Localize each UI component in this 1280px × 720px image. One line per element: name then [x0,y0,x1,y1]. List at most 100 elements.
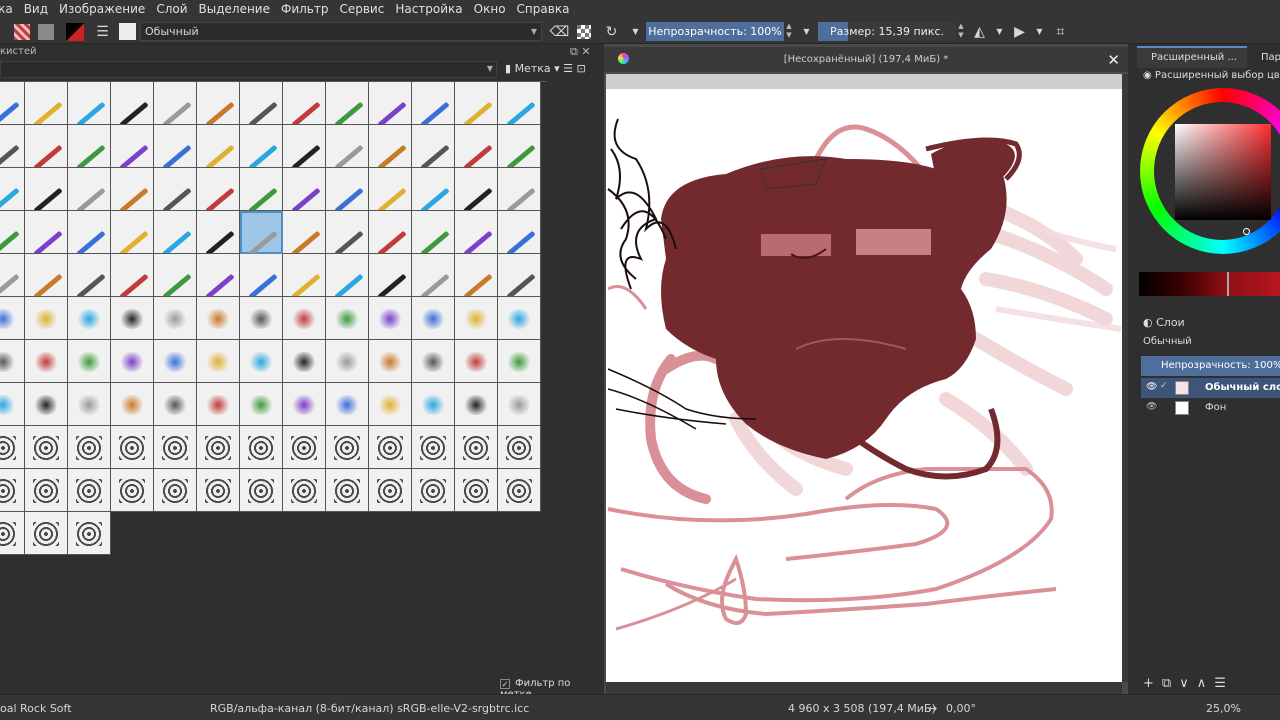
brush-preset-item[interactable] [498,168,541,211]
brush-preset-item[interactable] [154,383,197,426]
brush-preset-item[interactable] [283,340,326,383]
brush-preset-item[interactable] [25,82,68,125]
brush-preset-item[interactable] [326,340,369,383]
brush-preset-item[interactable] [0,211,25,254]
brush-preset-item[interactable] [369,469,412,512]
chevron-down-icon[interactable]: ▼ [797,22,816,41]
brush-preset-item[interactable] [68,340,111,383]
brush-preset-item[interactable] [369,125,412,168]
brush-preset-item[interactable] [498,211,541,254]
opacity-slider[interactable]: Непрозрачность: 100% [646,22,784,41]
brush-preset-item[interactable] [111,168,154,211]
brush-preset-item[interactable] [240,211,283,254]
eye-icon[interactable]: 👁 [1146,382,1157,392]
fg-bg-color-swatch[interactable] [66,23,84,41]
tag-button[interactable]: ▮ Метка ▾ ☰ ⊡ [505,62,586,75]
menu-help[interactable]: Справка [512,0,576,19]
brush-preset-item[interactable] [412,125,455,168]
brush-preset-item[interactable] [498,125,541,168]
brush-preset-item[interactable] [412,254,455,297]
brush-preset-item[interactable] [455,340,498,383]
move-up-icon[interactable]: ∧ [1197,676,1207,691]
crop-icon[interactable]: ⌗ [1051,22,1070,41]
brush-preset-item[interactable] [412,340,455,383]
zoom-level[interactable]: 25,0% [1206,702,1241,715]
brush-preset-item[interactable] [369,297,412,340]
brush-preset-item[interactable] [154,426,197,469]
brush-preset-item[interactable] [25,211,68,254]
brush-preset-item[interactable] [68,383,111,426]
brush-preset-item[interactable] [412,168,455,211]
brush-preset-item[interactable] [68,512,111,555]
brush-preset-item[interactable] [197,297,240,340]
brush-preset-item[interactable] [197,125,240,168]
brush-preset-item[interactable] [240,426,283,469]
brush-preset-item[interactable] [455,383,498,426]
brush-preset-item[interactable] [498,340,541,383]
brush-preset-item[interactable] [0,125,25,168]
brush-preset-item[interactable] [283,82,326,125]
brush-preset-item[interactable] [498,297,541,340]
brush-preset-item[interactable] [154,340,197,383]
brush-settings-icon[interactable]: ☰ [93,22,112,41]
brush-preset-item[interactable] [197,211,240,254]
brush-preset-item[interactable] [0,426,25,469]
brush-preset-item[interactable] [25,168,68,211]
menu-layer[interactable]: Слой [151,0,193,19]
gear-icon[interactable]: ◉ [1143,70,1152,81]
gradient-swatch[interactable] [14,24,30,40]
brush-preset-item[interactable] [412,211,455,254]
eraser-icon[interactable]: ⌫ [550,22,570,41]
brush-preset-item[interactable] [68,469,111,512]
reload-preset-icon[interactable]: ↻ [602,22,621,41]
brush-preset-item[interactable] [0,383,25,426]
brush-preset-item[interactable] [455,125,498,168]
brush-preset-item[interactable] [455,254,498,297]
brush-preset-item[interactable] [455,469,498,512]
brush-preset-item[interactable] [68,254,111,297]
brush-preset-item[interactable] [197,383,240,426]
brush-preset-item[interactable] [369,211,412,254]
chevron-down-icon[interactable]: ▼ [990,22,1009,41]
menu-window[interactable]: Окно [469,0,512,19]
menu-image[interactable]: Изображение [54,0,151,19]
pattern-swatch[interactable] [38,24,54,40]
preserve-alpha-icon[interactable] [577,25,591,39]
brush-preset-item[interactable] [154,211,197,254]
brush-preset-item[interactable] [412,82,455,125]
brush-preset-item[interactable] [369,340,412,383]
brush-preset-item[interactable] [25,426,68,469]
size-slider[interactable]: Размер: 15,39 пикс. [818,22,956,41]
brush-preset-item[interactable] [326,383,369,426]
menu-view-partial[interactable]: вка [0,0,19,19]
eye-icon[interactable]: 👁 [1146,402,1157,412]
menu-view[interactable]: Вид [19,0,54,19]
vertical-scrollbar[interactable] [1122,74,1128,682]
brush-preset-item[interactable] [68,297,111,340]
move-down-icon[interactable]: ∨ [1179,676,1189,691]
brush-preset-item[interactable] [369,168,412,211]
shade-selector-bar[interactable] [1139,272,1280,296]
brush-preset-item[interactable] [240,82,283,125]
brush-preset-item[interactable] [326,168,369,211]
brush-preset-item[interactable] [111,297,154,340]
brush-preset-item[interactable] [283,125,326,168]
brush-preset-item[interactable] [111,340,154,383]
brush-preset-item[interactable] [412,426,455,469]
layer-properties-icon[interactable]: ☰ [1214,676,1226,691]
docker-float-close-buttons[interactable]: ⧉ ✕ [570,45,591,59]
blend-mode-select[interactable]: Обычный ▼ [140,22,542,41]
brush-preset-item[interactable] [197,82,240,125]
brush-preset-item[interactable] [412,383,455,426]
brush-preset-item[interactable] [240,254,283,297]
brush-preset-item[interactable] [0,168,25,211]
brush-preset-item[interactable] [68,125,111,168]
brush-preset-item[interactable] [197,426,240,469]
brush-preset-item[interactable] [498,383,541,426]
rotation-value[interactable]: 0,00° [946,702,976,715]
brush-preset-item[interactable] [455,82,498,125]
brush-preset-item[interactable] [412,469,455,512]
brush-preset-item[interactable] [25,125,68,168]
menu-settings[interactable]: Настройка [390,0,468,19]
menu-tools[interactable]: Сервис [334,0,390,19]
